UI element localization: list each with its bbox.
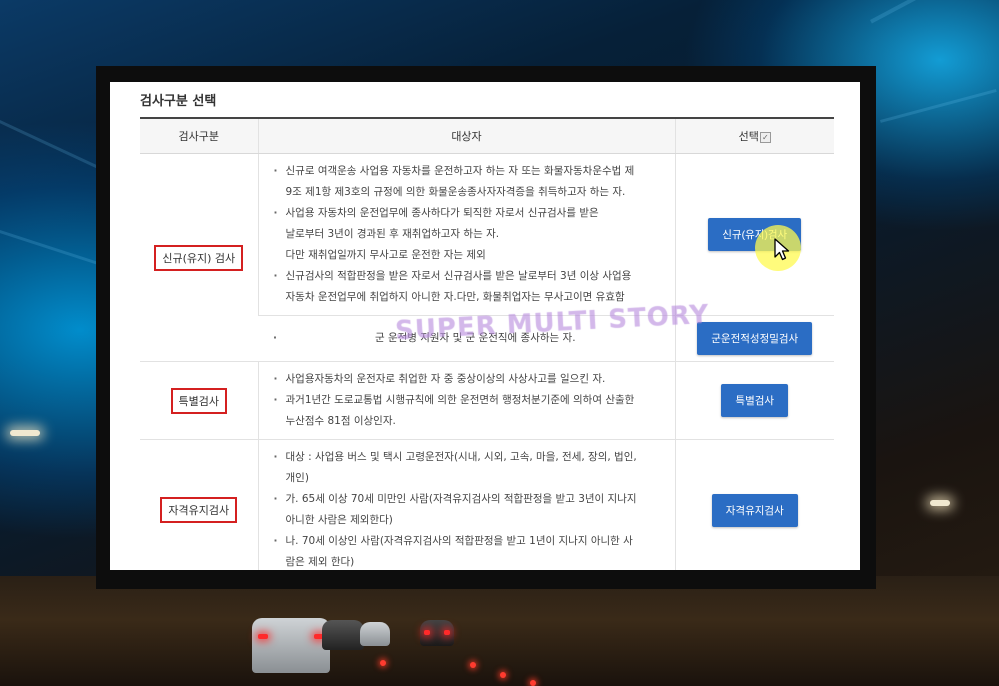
list-item-text: 신규로 여객운송 사업용 자동차를 운전하고자 하는 자 또는 화물자동차운수법… — [285, 165, 635, 177]
exam-type-cell: 자격유지검사 — [140, 439, 258, 570]
lane-light — [530, 680, 536, 686]
list-item-text: 누산점수 81점 이상인자. — [285, 415, 396, 427]
table-row: 신규(유지) 검사 신규로 여객운송 사업용 자동차를 운전하고자 하는 자 또… — [140, 153, 834, 362]
tunnel-lamp — [930, 500, 950, 506]
exam-type-label-new: 신규(유지) 검사 — [154, 244, 244, 271]
list-item-text: 사업용 자동차의 운전업무에 종사하다가 퇴직한 자로서 신규검사를 받은 — [285, 207, 599, 219]
car-taillight — [444, 630, 450, 635]
new-exam-button[interactable]: 신규(유지)검사 — [708, 218, 802, 251]
target-cell: 대상 : 사업용 버스 및 택시 고령운전자(시내, 시외, 고속, 마을, 전… — [257, 439, 675, 570]
car-taillight — [258, 634, 268, 639]
list-item-text: 가. 65세 이상 70세 미만인 사람(자격유지검사의 적합판정을 받고 3년… — [285, 493, 637, 505]
car — [322, 620, 364, 650]
list-item-text: 다만 재취업일까지 무사고로 운전한 자는 제외 — [285, 249, 486, 261]
section-title: 검사구분 선택 — [140, 94, 217, 109]
target-cell: 사업용자동차의 운전자로 취업한 자 중 중상이상의 사상사고를 일으킨 자. … — [257, 361, 675, 440]
list-item-text: 대상 : 사업용 버스 및 택시 고령운전자(시내, 시외, 고속, 마을, 전… — [285, 451, 637, 463]
list-item-text: 군 운전병 지원자 및 군 운전직에 종사하는 자. — [374, 332, 576, 344]
column-header-type: 검사구분 — [140, 117, 258, 154]
target-cell: 군 운전병 지원자 및 군 운전직에 종사하는 자. — [258, 315, 675, 362]
list-item: 과거1년간 도로교통법 시행규칙에 의한 운전면허 행정처분기준에 의하여 산출… — [274, 390, 666, 432]
car — [252, 618, 330, 673]
list-item-text: 람은 제외 한다) — [285, 556, 355, 568]
lane-light — [380, 660, 386, 666]
select-cell: 신규(유지)검사 — [674, 153, 834, 316]
qualification-exam-button[interactable]: 자격유지검사 — [711, 493, 798, 527]
exam-type-cell: 특별검사 — [140, 361, 258, 440]
list-item: 신규로 여객운송 사업용 자동차를 운전하고자 하는 자 또는 화물자동차운수법… — [274, 161, 666, 203]
exam-type-panel: 검사구분 선택 검사구분 대상자 선택 ✓ 신규(유지) 검사 · 신규로 여객… — [110, 82, 860, 570]
column-header-select: 선택 ✓ — [674, 117, 834, 154]
list-item-text: 과거1년간 도로교통법 시행규칙에 의한 운전면허 행정처분기준에 의하여 산출… — [285, 394, 635, 406]
select-cell: 군운전적성정밀검사 — [674, 315, 834, 362]
road-scene — [0, 576, 999, 686]
exam-type-cell: 신규(유지) 검사 — [140, 153, 258, 362]
tunnel-lamp — [10, 430, 40, 436]
table-header-row: 검사구분 대상자 선택 ✓ — [140, 117, 834, 154]
list-item-text: 신규검사의 적합판정을 받은 자로서 신규검사를 받은 날로부터 3년 이상 사… — [285, 270, 632, 282]
exam-type-table: 검사구분 대상자 선택✓ 신규(유지) 검사 신규로 여객운송 사업용 자동차를… — [140, 117, 834, 570]
special-exam-button[interactable]: 특별검사 — [721, 384, 789, 417]
list-item: 사업용자동차의 운전자로 취업한 자 중 중상이상의 사상사고를 일으킨 자. — [274, 369, 666, 390]
table-row: 특별검사 사업용자동차의 운전자로 취업한 자 중 중상이상의 사상사고를 일으… — [140, 361, 834, 440]
lane-light — [500, 672, 506, 678]
list-item-text: 자동차 운전업무에 취업하지 아니한 자.다만, 화물취업자는 무사고이면 유효… — [285, 291, 625, 303]
exam-type-label-qualification: 자격유지검사 — [160, 497, 238, 523]
list-item-text: 아니한 사람은 제외한다) — [285, 514, 393, 526]
checkbox-icon: ✓ — [759, 131, 771, 143]
list-item-text: 나. 70세 이상인 사람(자격유지검사의 적합판정을 받고 1년이 지나지 아… — [285, 535, 633, 547]
select-cell: 자격유지검사 — [674, 439, 834, 570]
list-item: 군 운전병 지원자 및 군 운전직에 종사하는 자. — [273, 328, 666, 349]
column-header-target: 대상자 — [257, 117, 675, 154]
list-item: 가. 65세 이상 70세 미만인 사람(자격유지검사의 적합판정을 받고 3년… — [274, 489, 666, 531]
car — [360, 622, 390, 646]
table-row: 자격유지검사 대상 : 사업용 버스 및 택시 고령운전자(시내, 시외, 고속… — [140, 439, 834, 570]
exam-type-label-special: 특별검사 — [170, 387, 227, 414]
list-item: 나. 70세 이상인 사람(자격유지검사의 적합판정을 받고 1년이 지나지 아… — [274, 531, 666, 570]
list-item-text: 사업용자동차의 운전자로 취업한 자 중 중상이상의 사상사고를 일으킨 자. — [285, 373, 606, 385]
list-item-text: 개인) — [285, 472, 309, 484]
car-taillight — [424, 630, 430, 635]
target-cell: 신규로 여객운송 사업용 자동차를 운전하고자 하는 자 또는 화물자동차운수법… — [257, 153, 675, 316]
select-cell: 특별검사 — [674, 361, 834, 440]
lane-light — [470, 662, 476, 668]
list-item-text: 9조 제1항 제3호의 규정에 의한 화물운송종사자자격증을 취득하고자 하는 … — [285, 186, 626, 198]
list-item-text: 날로부터 3년이 경과된 후 재취업하고자 하는 자. — [285, 228, 500, 240]
military-exam-button[interactable]: 군운전적성정밀검사 — [697, 322, 813, 355]
list-item: 대상 : 사업용 버스 및 택시 고령운전자(시내, 시외, 고속, 마을, 전… — [274, 447, 666, 489]
column-header-select-label: 선택 — [738, 130, 759, 143]
list-item: 신규검사의 적합판정을 받은 자로서 신규검사를 받은 날로부터 3년 이상 사… — [274, 266, 666, 308]
list-item: 사업용 자동차의 운전업무에 종사하다가 퇴직한 자로서 신규검사를 받은 날로… — [274, 203, 666, 266]
